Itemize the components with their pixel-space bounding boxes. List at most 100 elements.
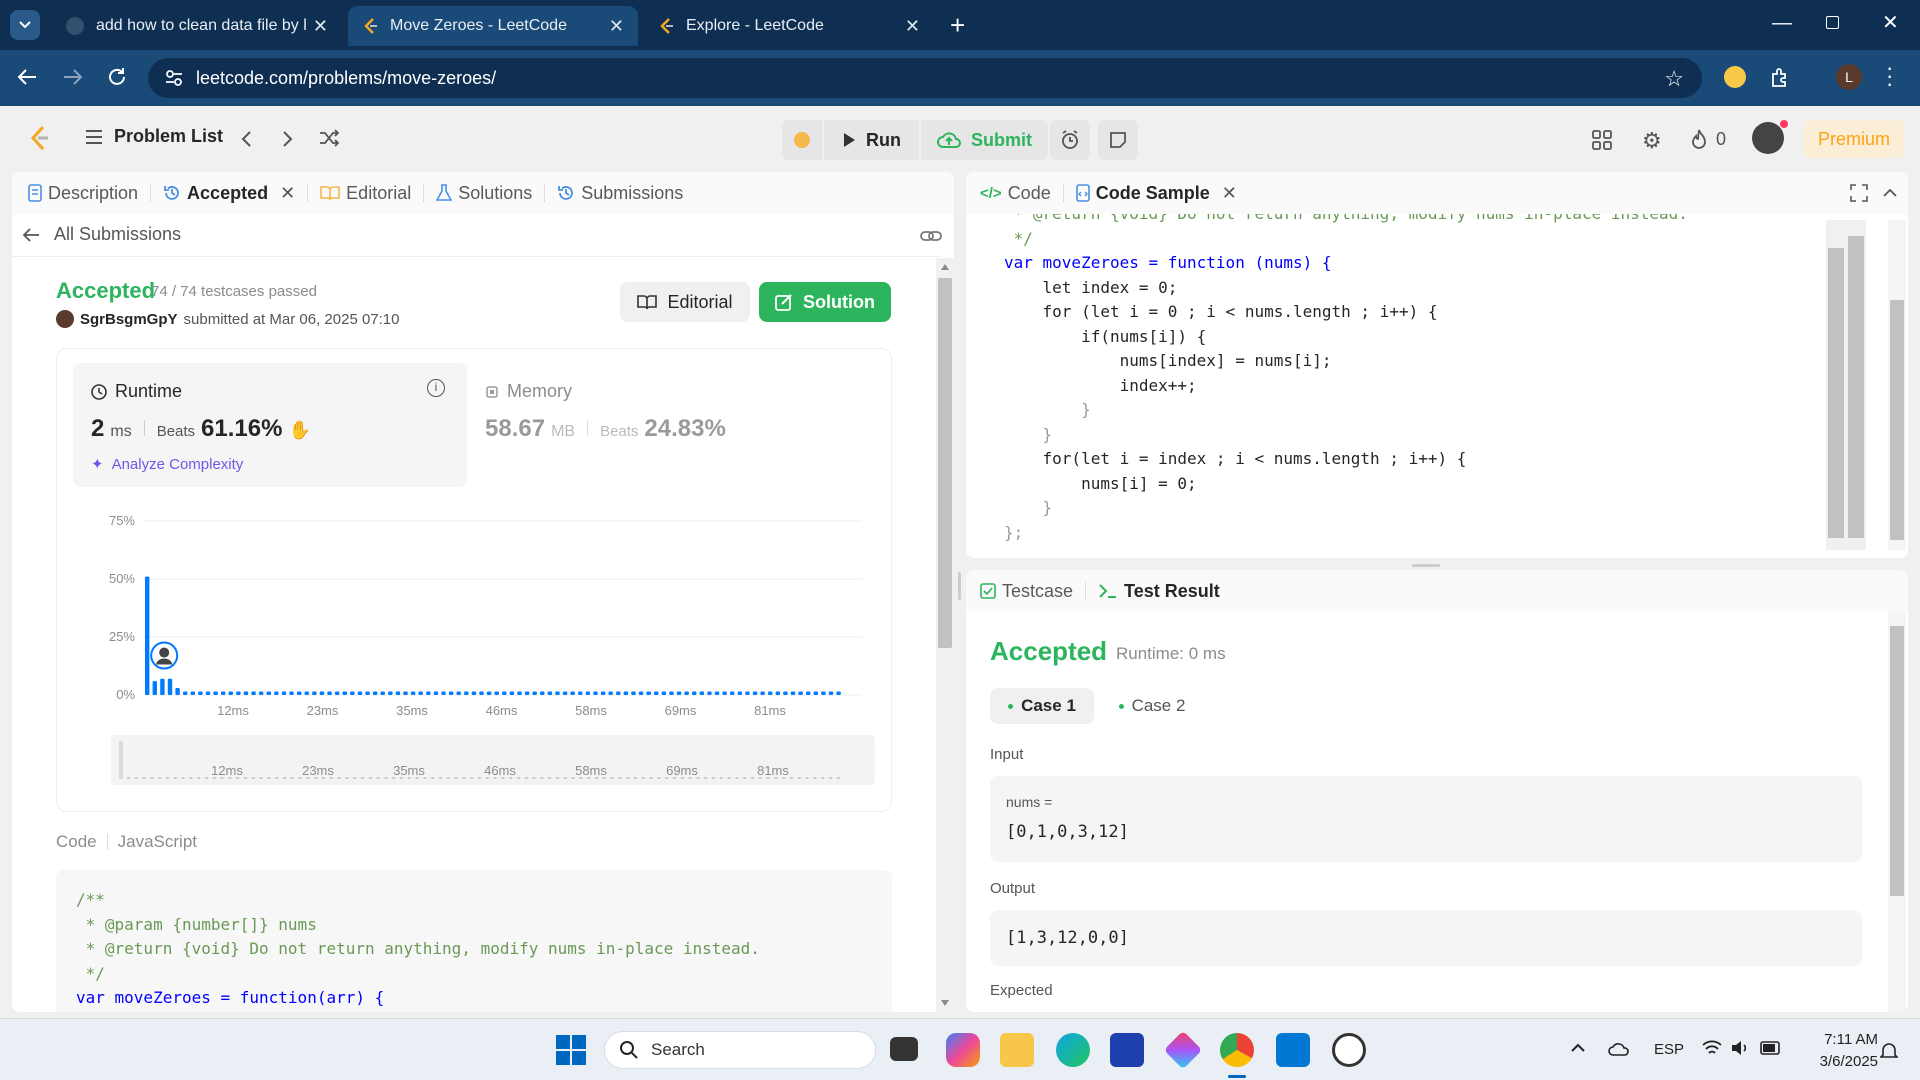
brush-bar bbox=[431, 777, 435, 779]
case-2-button[interactable]: Case 2 bbox=[1100, 688, 1204, 724]
tab-submissions[interactable]: Submissions bbox=[545, 183, 695, 203]
wifi-icon[interactable] bbox=[1702, 1039, 1722, 1057]
layout-grid-icon[interactable] bbox=[1592, 130, 1612, 150]
chrome-icon[interactable] bbox=[1220, 1033, 1254, 1067]
analyze-complexity-link[interactable]: ✦ Analyze Complexity bbox=[91, 455, 243, 474]
panel-resize-handle[interactable] bbox=[1412, 564, 1440, 567]
reload-icon[interactable] bbox=[106, 66, 128, 88]
file-explorer-icon[interactable] bbox=[1000, 1033, 1034, 1067]
store-icon[interactable] bbox=[1110, 1033, 1144, 1067]
back-icon[interactable] bbox=[16, 66, 38, 88]
onedrive-cloud-icon[interactable] bbox=[1608, 1041, 1630, 1057]
tab-editorial[interactable]: Editorial bbox=[308, 183, 425, 203]
clock-date[interactable]: 3/6/2025 bbox=[1804, 1053, 1878, 1070]
close-tab-icon[interactable]: ✕ bbox=[313, 16, 328, 37]
taskbar-search[interactable]: Search bbox=[604, 1031, 876, 1069]
maximize-icon[interactable] bbox=[1850, 184, 1868, 202]
browser-tab-1[interactable]: add how to clean data file by lu ✕ bbox=[52, 6, 342, 46]
new-tab-button[interactable]: + bbox=[950, 10, 965, 41]
premium-button[interactable]: Premium bbox=[1804, 120, 1904, 158]
scrollbar-thumb[interactable] bbox=[1890, 626, 1904, 896]
vscode-icon[interactable] bbox=[1276, 1033, 1310, 1067]
minimap-slider[interactable] bbox=[1828, 248, 1844, 538]
scrollbar-up-icon[interactable] bbox=[941, 264, 949, 270]
editorial-button[interactable]: Editorial bbox=[620, 282, 750, 322]
panel-resize-handle-vertical[interactable] bbox=[958, 572, 961, 600]
debug-button[interactable] bbox=[782, 120, 822, 160]
streak-counter[interactable]: 0 bbox=[1690, 128, 1726, 150]
next-problem-icon[interactable] bbox=[282, 130, 294, 148]
tab-description[interactable]: Description bbox=[12, 183, 152, 203]
restore-button[interactable] bbox=[1826, 16, 1839, 29]
clock-app-icon[interactable] bbox=[1332, 1033, 1366, 1067]
notes-button[interactable] bbox=[1098, 120, 1138, 160]
close-tab-icon[interactable]: ✕ bbox=[280, 183, 295, 204]
bookmark-star-icon[interactable]: ☆ bbox=[1664, 66, 1684, 92]
user-avatar[interactable] bbox=[1752, 120, 1788, 154]
site-info-icon[interactable] bbox=[164, 68, 184, 88]
brush-bar bbox=[454, 777, 458, 779]
tab-testcase[interactable]: Testcase bbox=[966, 581, 1087, 601]
runtime-distribution-chart[interactable]: 75% 50% 25% 0% 12ms 23ms 35ms 46ms 58ms 69ms 81ms 1… bbox=[57, 499, 893, 799]
case-1-button[interactable]: Case 1 bbox=[990, 688, 1094, 724]
menu-kebab-icon[interactable]: · · · bbox=[1886, 57, 1893, 95]
collapse-icon[interactable] bbox=[1882, 186, 1898, 198]
extensions-puzzle-icon[interactable] bbox=[1770, 66, 1792, 88]
run-button[interactable]: Run bbox=[824, 120, 919, 160]
runtime-card[interactable]: Runtime i 2 ms Beats 61.16% ✋ ✦ Analyze … bbox=[73, 363, 467, 487]
scrollbar-down-icon[interactable] bbox=[941, 1000, 949, 1006]
close-tab-icon[interactable]: ✕ bbox=[1222, 183, 1237, 204]
tab-code-sample[interactable]: Code Sample ✕ bbox=[1064, 183, 1249, 204]
notifications-icon[interactable] bbox=[1880, 1041, 1898, 1061]
tab-solutions[interactable]: Solutions bbox=[424, 183, 546, 203]
editor-minimap-scroll[interactable] bbox=[1826, 220, 1866, 550]
tab-code[interactable]: </> Code bbox=[966, 183, 1064, 203]
memory-card[interactable]: Memory 58.67 MB Beats 24.83% bbox=[467, 363, 867, 487]
settings-gear-icon[interactable]: ⚙ bbox=[1642, 128, 1662, 154]
solution-button[interactable]: Solution bbox=[759, 282, 891, 322]
scrollbar-thumb[interactable] bbox=[938, 278, 952, 648]
close-tab-icon[interactable]: ✕ bbox=[905, 16, 920, 37]
link-icon[interactable] bbox=[920, 228, 942, 244]
code-editor[interactable]: * @return {void} Do not return anything,… bbox=[966, 214, 1876, 558]
prev-problem-icon[interactable] bbox=[240, 130, 252, 148]
all-submissions-link[interactable]: All Submissions bbox=[22, 224, 181, 245]
leetcode-logo-icon[interactable] bbox=[28, 124, 50, 152]
shuffle-icon[interactable] bbox=[318, 128, 340, 148]
scrollbar-thumb[interactable] bbox=[1890, 300, 1904, 540]
tab-accepted[interactable]: Accepted ✕ bbox=[151, 183, 309, 204]
copilot-icon[interactable] bbox=[946, 1033, 980, 1067]
minimap-slider[interactable] bbox=[1848, 236, 1864, 538]
app-icon[interactable] bbox=[1163, 1030, 1203, 1070]
close-window-button[interactable]: ✕ bbox=[1882, 10, 1899, 35]
extension-icon[interactable] bbox=[1724, 66, 1746, 88]
forward-icon[interactable] bbox=[62, 66, 84, 88]
tab-search-button[interactable] bbox=[10, 10, 40, 40]
battery-icon[interactable] bbox=[1760, 1041, 1782, 1055]
task-view-icon[interactable] bbox=[890, 1037, 918, 1061]
cloud-upload-icon bbox=[937, 131, 961, 149]
input-language[interactable]: ESP bbox=[1654, 1041, 1684, 1058]
tab-test-result[interactable]: Test Result bbox=[1086, 581, 1232, 601]
browser-tab-3[interactable]: Explore - LeetCode ✕ bbox=[644, 6, 934, 46]
submit-button[interactable]: Submit bbox=[921, 120, 1048, 160]
profile-avatar[interactable]: L bbox=[1836, 64, 1862, 90]
clock-time[interactable]: 7:11 AM bbox=[1808, 1031, 1878, 1048]
y-tick-label: 75% bbox=[109, 513, 135, 528]
scrollbar-track[interactable] bbox=[1888, 612, 1906, 1012]
minimize-button[interactable]: — bbox=[1772, 12, 1792, 35]
problem-list-button[interactable]: Problem List bbox=[84, 126, 223, 147]
windows-start-icon[interactable] bbox=[556, 1035, 586, 1065]
browser-tab-2[interactable]: Move Zeroes - LeetCode ✕ bbox=[348, 6, 638, 46]
address-bar[interactable]: leetcode.com/problems/move-zeroes/ ☆ bbox=[148, 58, 1702, 98]
timer-button[interactable] bbox=[1050, 120, 1090, 160]
stats-card: Runtime i 2 ms Beats 61.16% ✋ ✦ Analyze … bbox=[56, 348, 892, 812]
editor-scrollbar[interactable] bbox=[1888, 220, 1906, 550]
volume-icon[interactable] bbox=[1730, 1039, 1750, 1057]
chevron-up-icon[interactable] bbox=[1570, 1043, 1586, 1053]
edge-icon[interactable] bbox=[1056, 1033, 1090, 1067]
close-tab-icon[interactable]: ✕ bbox=[609, 16, 624, 37]
scrollbar-track[interactable] bbox=[936, 258, 954, 1012]
username[interactable]: SgrBsgmGpY bbox=[80, 311, 178, 328]
info-icon[interactable]: i bbox=[427, 379, 445, 397]
